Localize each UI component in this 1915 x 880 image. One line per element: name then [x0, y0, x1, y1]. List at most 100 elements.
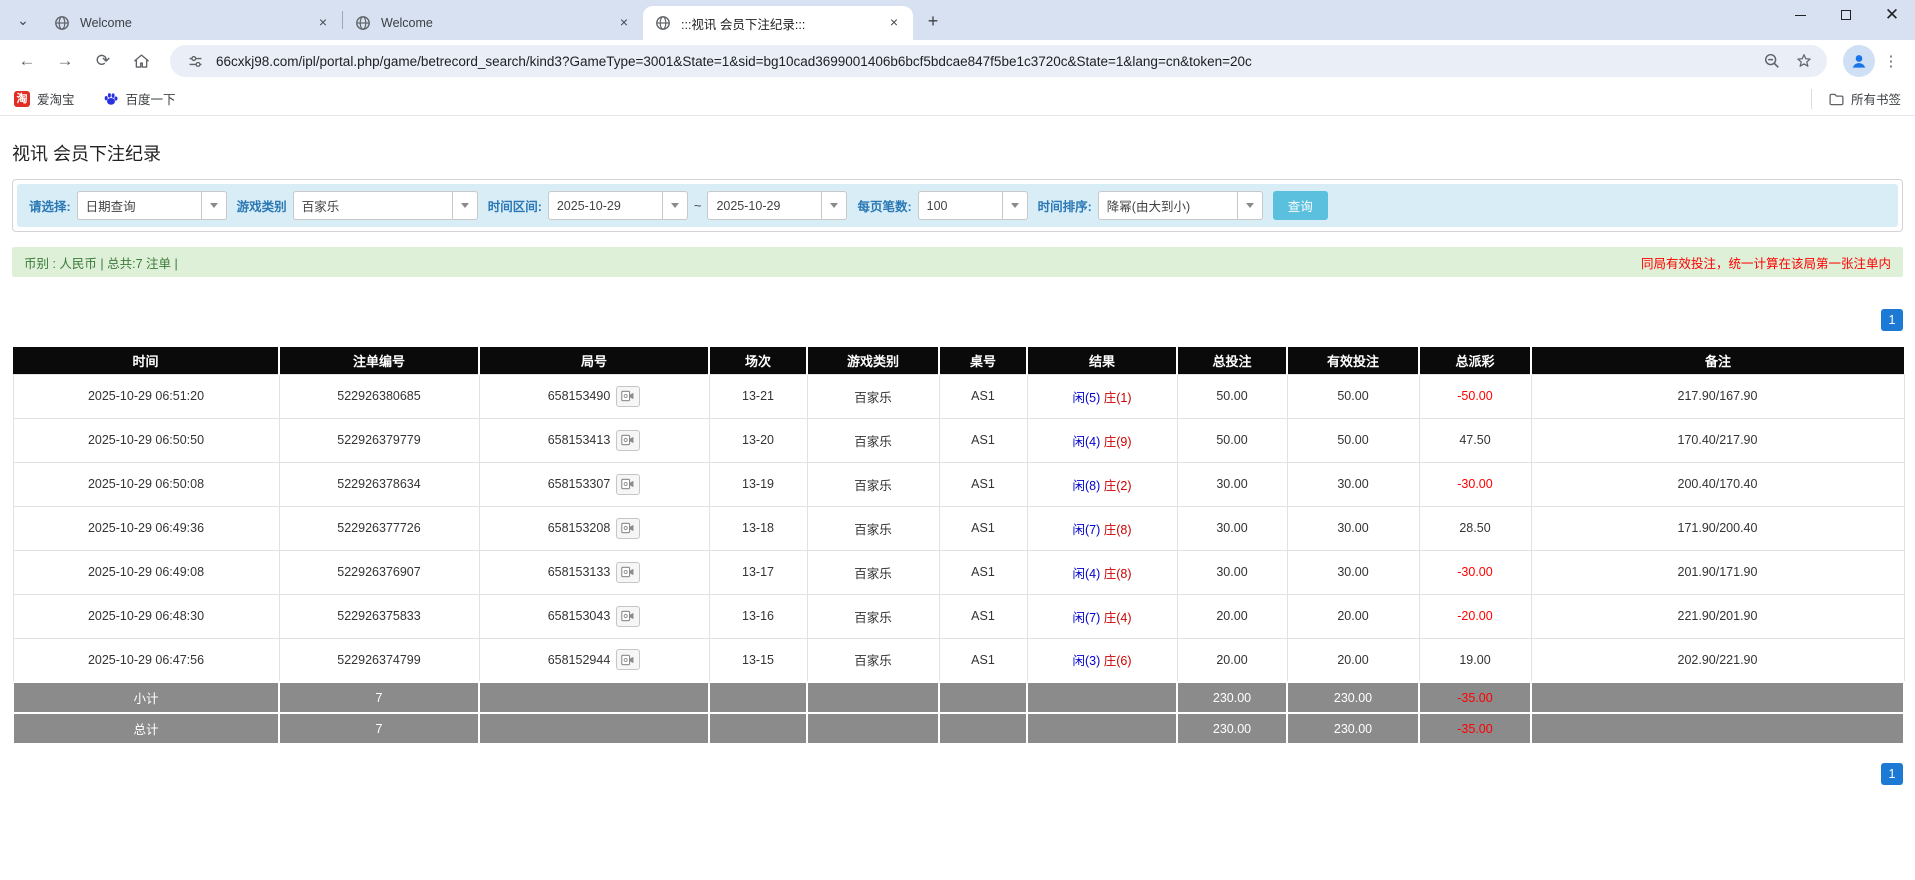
cell-total-bet-link[interactable]: 30.00 [1176, 461, 1288, 507]
cell-time: 2025-10-29 06:49:08 [12, 549, 280, 595]
col-payout: 总派彩 [1419, 347, 1532, 374]
cell-valid-bet: 30.00 [1286, 461, 1420, 507]
table-row: 2025-10-29 06:48:30 522926375833 6581530… [12, 593, 1905, 639]
cell-result: 闲(7) 庄(4) [1026, 593, 1178, 639]
cell-session: 13-15 [708, 637, 808, 683]
tab-welcome-2[interactable]: Welcome × [343, 6, 643, 40]
video-replay-icon[interactable] [616, 649, 641, 671]
page-title: 视讯 会员下注纪录 [12, 144, 162, 164]
cell-session: 13-21 [708, 373, 808, 419]
tab-bet-records-active[interactable]: :::视讯 会员下注纪录::: × [643, 6, 913, 40]
cell-valid-bet: 50.00 [1286, 373, 1420, 419]
page-number-badge[interactable]: 1 [1881, 763, 1903, 785]
browser-window: ⌄ Welcome × Welcome × :::视讯 会员下注纪录::: × … [0, 0, 1915, 880]
page-content: 视讯 会员下注纪录 请选择: 日期查询 游戏类别 百家乐 时间区间: 2025-… [0, 140, 1915, 785]
tab-close-icon[interactable]: × [615, 14, 633, 32]
cell-payout: -30.00 [1418, 549, 1532, 595]
video-replay-icon[interactable] [616, 385, 641, 407]
cell-payout: -50.00 [1418, 373, 1532, 419]
new-tab-button[interactable]: + [919, 7, 947, 35]
tab-welcome-1[interactable]: Welcome × [42, 6, 342, 40]
filter-panel: 请选择: 日期查询 游戏类别 百家乐 时间区间: 2025-10-29 ~ 20 [12, 179, 1903, 232]
cell-bet-id: 522926378634 [278, 461, 480, 507]
result-banker: 庄(6) [1103, 654, 1132, 669]
cell-total-bet-link[interactable]: 30.00 [1176, 549, 1288, 595]
col-round-id: 局号 [479, 347, 710, 374]
cell-bet-id: 522926380685 [278, 373, 480, 419]
cell-session: 13-17 [708, 549, 808, 595]
query-type-select[interactable]: 日期查询 [76, 191, 227, 220]
result-player: 闲(3) [1072, 654, 1101, 669]
url-text[interactable]: 66cxkj98.com/ipl/portal.php/game/betreco… [216, 54, 1753, 69]
cell-table-no: AS1 [938, 461, 1028, 507]
video-replay-icon[interactable] [616, 605, 641, 627]
cell-result: 闲(8) 庄(2) [1026, 461, 1178, 507]
back-icon[interactable]: ← [12, 46, 42, 76]
video-replay-icon[interactable] [616, 561, 641, 583]
tab-close-icon[interactable]: × [314, 14, 332, 32]
tab-close-icon[interactable]: × [885, 14, 903, 32]
table-row: 2025-10-29 06:50:08 522926378634 6581533… [12, 461, 1905, 507]
subtotal-payout: -35.00 [1418, 681, 1532, 714]
window-close-button[interactable]: ✕ [1869, 0, 1915, 30]
bookmark-aitaobao[interactable]: 淘 爱淘宝 [14, 89, 75, 108]
bet-table-footer: 小计 7 230.00 230.00 -35.00 总计 7 230.00 23… [12, 681, 1905, 745]
address-bar[interactable]: 66cxkj98.com/ipl/portal.php/game/betreco… [170, 45, 1827, 77]
page-size-label: 每页笔数: [857, 200, 912, 214]
tab-search-button[interactable]: ⌄ [8, 5, 38, 35]
pagination-top: 1 [12, 309, 1903, 331]
forward-icon[interactable]: → [50, 46, 80, 76]
cell-table-no: AS1 [938, 373, 1028, 419]
cell-total-bet-link[interactable]: 50.00 [1176, 417, 1288, 463]
cell-round-id: 658153043 [478, 593, 710, 639]
all-bookmarks[interactable]: 所有书签 [1810, 88, 1901, 109]
video-replay-icon[interactable] [616, 473, 641, 495]
maximize-button[interactable] [1823, 0, 1869, 30]
bookmarks-bar: 淘 爱淘宝 百度一下 所有书签 [0, 82, 1915, 116]
page-size-select[interactable]: 100 [917, 191, 1028, 220]
site-settings-icon[interactable] [182, 48, 208, 74]
result-player: 闲(7) [1072, 522, 1101, 537]
cell-result: 闲(4) 庄(8) [1026, 549, 1178, 595]
profile-avatar[interactable] [1843, 45, 1875, 77]
date-from-select[interactable]: 2025-10-29 [547, 191, 688, 220]
sort-select[interactable]: 降幂(由大到小) [1097, 191, 1263, 220]
video-replay-icon[interactable] [616, 429, 641, 451]
bookmark-baidu[interactable]: 百度一下 [103, 89, 176, 108]
chevron-down-icon [451, 192, 477, 219]
cell-remark: 202.90/221.90 [1530, 637, 1905, 683]
game-type-label: 游戏类别 [236, 200, 287, 214]
minimize-button[interactable] [1777, 0, 1823, 30]
cell-table-no: AS1 [938, 549, 1028, 595]
col-result: 结果 [1027, 347, 1178, 374]
cell-total-bet-link[interactable]: 20.00 [1176, 593, 1288, 639]
col-session: 场次 [709, 347, 808, 374]
subtotal-row: 小计 7 230.00 230.00 -35.00 [12, 681, 1905, 714]
zoom-out-icon[interactable] [1759, 48, 1785, 74]
cell-total-bet-link[interactable]: 30.00 [1176, 505, 1288, 551]
chrome-menu-icon[interactable]: ⋮ [1879, 49, 1903, 73]
chevron-down-icon [200, 192, 226, 219]
cell-round-id: 658153490 [478, 373, 710, 419]
select-type-label: 请选择: [29, 200, 71, 214]
reload-icon[interactable]: ⟳ [88, 46, 118, 76]
table-row: 2025-10-29 06:47:56 522926374799 6581529… [12, 637, 1905, 683]
home-icon[interactable] [126, 46, 156, 76]
all-bookmarks-label: 所有书签 [1850, 93, 1901, 107]
cell-total-bet-link[interactable]: 50.00 [1176, 373, 1288, 419]
page-number-badge[interactable]: 1 [1881, 309, 1903, 331]
total-row: 总计 7 230.00 230.00 -35.00 [12, 712, 1905, 745]
game-type-select[interactable]: 百家乐 [292, 191, 478, 220]
bookmark-star-icon[interactable] [1791, 48, 1817, 74]
chevron-down-icon [821, 192, 846, 219]
date-to-select[interactable]: 2025-10-29 [707, 191, 848, 220]
bet-records-table: 时间 注单编号 局号 场次 游戏类别 桌号 结果 总投注 有效投注 总派彩 备注… [12, 347, 1905, 745]
result-banker: 庄(1) [1103, 390, 1132, 405]
cell-round-id: 658153133 [478, 549, 710, 595]
search-button[interactable]: 查询 [1272, 191, 1328, 220]
table-row: 2025-10-29 06:51:20 522926380685 6581534… [12, 373, 1905, 419]
taobao-icon: 淘 [14, 90, 30, 107]
video-replay-icon[interactable] [616, 517, 641, 539]
cell-total-bet-link[interactable]: 20.00 [1176, 637, 1288, 683]
cell-game-type: 百家乐 [806, 461, 940, 507]
